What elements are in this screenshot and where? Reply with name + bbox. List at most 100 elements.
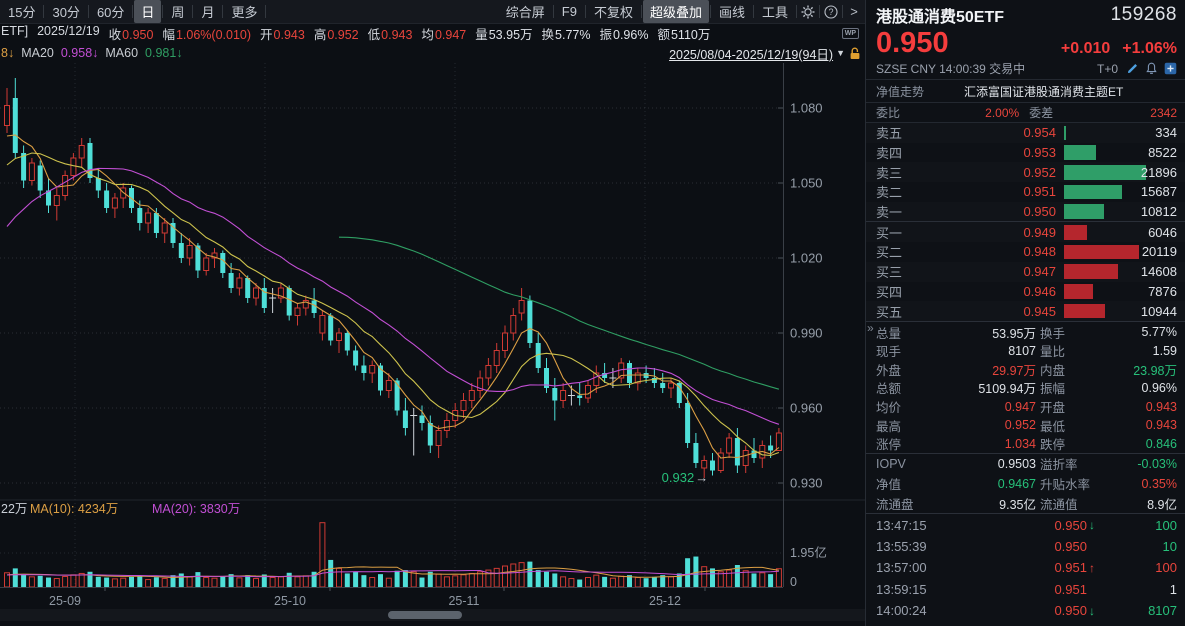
depth-volume-bar [1064, 245, 1139, 260]
info-field-4: 开0.943 [260, 24, 305, 43]
stat-cell: 溢折率-0.03% [1036, 454, 1177, 473]
depth-volume-bar [1064, 284, 1093, 299]
volume-bar [104, 578, 109, 587]
volume-bar [21, 574, 26, 587]
x-axis-label: 25-11 [448, 594, 479, 608]
tab-tool-4[interactable]: 画线 [712, 0, 752, 23]
candle-body [577, 396, 582, 399]
stat-label: 换手 [1040, 323, 1065, 342]
stat-value: 5109.94万 [978, 378, 1036, 397]
tab-tool-2[interactable]: 不复权 [587, 0, 640, 23]
volume-bar [577, 580, 582, 587]
tab-interval-5[interactable]: 月 [194, 0, 221, 23]
volume-bar [121, 578, 126, 587]
candle-body [328, 316, 333, 341]
ask-row-4[interactable]: 卖一0.95010812 [866, 202, 1185, 222]
date-range-label[interactable]: 2025/08/04-2025/12/19(94日) [669, 44, 833, 63]
bid-row-3[interactable]: 买四0.9467876 [866, 282, 1185, 302]
candle-body [187, 246, 192, 259]
security-code: 159268 [1111, 4, 1177, 26]
settings-gear-icon[interactable] [797, 5, 819, 19]
tab-interval-4[interactable]: 周 [164, 0, 191, 23]
info-field-value: 0.947 [435, 28, 466, 42]
stat-cell: 升贴水率0.35% [1036, 474, 1177, 493]
volume-bar [494, 568, 499, 587]
stat-value: 29.97万 [992, 360, 1036, 379]
add-plus-icon[interactable] [1164, 62, 1177, 75]
tick-row-4[interactable]: 14:00:240.950↓8107 [866, 600, 1185, 621]
ask-row-2[interactable]: 卖三0.95221896 [866, 162, 1185, 182]
stat-label: 外盘 [876, 360, 901, 379]
stat-label: 均价 [876, 397, 901, 416]
collapse-panel-icon[interactable]: » [867, 321, 874, 335]
stat-cell: 总量53.95万 [876, 323, 1036, 342]
candle-body [743, 451, 748, 466]
stat-row-6: 涨停1.034跌停0.846 [866, 434, 1185, 453]
tick-row-3[interactable]: 13:59:150.9511 [866, 579, 1185, 600]
candle-body [693, 443, 698, 463]
stat-value: 9.35亿 [999, 494, 1036, 513]
date-range-selector[interactable]: 2025/08/04-2025/12/19(94日) ▼ [669, 44, 861, 63]
bid-row-0[interactable]: 买一0.9496046 [866, 222, 1185, 242]
volume-bar [768, 574, 773, 587]
price-axis-label: 0.930 [790, 476, 823, 491]
tick-by-tick-list[interactable]: 13:47:150.950↓10013:55:390.9501013:57:00… [866, 513, 1185, 626]
volume-bar [146, 580, 151, 587]
stat-cell: 流通值8.9亿 [1036, 494, 1177, 513]
t0-badge: T+0 [1097, 62, 1118, 76]
volume-bar [436, 574, 441, 587]
edit-pencil-icon[interactable] [1126, 62, 1139, 75]
stat-value: 0.96% [1142, 381, 1177, 395]
tab-interval-6[interactable]: 更多 [224, 0, 264, 23]
tab-tool-5[interactable]: 工具 [755, 0, 795, 23]
help-icon[interactable]: ? [820, 5, 842, 19]
kline-chart-area[interactable]: 1.0801.0501.0200.9900.9600.9300.932→22万M… [0, 63, 865, 626]
tick-row-2[interactable]: 13:57:000.951↑100 [866, 557, 1185, 578]
tab-interval-3[interactable]: 日 [134, 0, 161, 23]
ask-row-3[interactable]: 卖二0.95115687 [866, 182, 1185, 202]
stat-row-2: 外盘29.97万内盘23.98万 [866, 360, 1185, 379]
alert-bell-icon[interactable] [1145, 62, 1158, 75]
nav-fund-row[interactable]: 净值走势 汇添富国证港股通消费主题ET [866, 80, 1185, 103]
tab-interval-0[interactable]: 15分 [1, 0, 42, 23]
info-field-3: 幅1.06%(0.010) [162, 24, 251, 43]
depth-price: 0.954 [916, 125, 1056, 140]
stat-cell: 量比1.59 [1036, 341, 1177, 360]
ask-row-0[interactable]: 卖五0.954334 [866, 123, 1185, 143]
ask-row-1[interactable]: 卖四0.9538522 [866, 143, 1185, 163]
kline-chart-svg[interactable]: 1.0801.0501.0200.9900.9600.9300.932→22万M… [0, 63, 865, 621]
bid-row-2[interactable]: 买三0.94714608 [866, 262, 1185, 282]
tab-divider [88, 5, 89, 18]
volume-bar [195, 572, 200, 587]
candle-body [561, 391, 566, 401]
candle-body [38, 166, 43, 191]
candle-body [669, 383, 674, 388]
bid-row-4[interactable]: 买五0.94510944 [866, 301, 1185, 321]
fund-stat-row-1: 净值0.9467升贴水率0.35% [866, 474, 1185, 494]
tab-tool-0[interactable]: 综合屏 [499, 0, 552, 23]
info-field-value: 0.943 [274, 28, 305, 42]
volume-bar [594, 575, 599, 587]
candle-body [21, 153, 26, 181]
wp-badge-icon[interactable]: WP [842, 28, 859, 39]
stat-value: 23.98万 [1133, 360, 1177, 379]
volume-bar [295, 577, 300, 587]
depth-price: 0.951 [916, 184, 1056, 199]
stat-cell: 开盘0.943 [1036, 397, 1177, 416]
tick-row-1[interactable]: 13:55:390.95010 [866, 536, 1185, 557]
tab-interval-1[interactable]: 30分 [45, 0, 86, 23]
tick-row-0[interactable]: 13:47:150.950↓100 [866, 514, 1185, 535]
depth-volume-bar [1064, 225, 1087, 240]
tab-interval-2[interactable]: 60分 [90, 0, 131, 23]
volume-bar [54, 579, 59, 587]
info-field-label: 低 [368, 28, 381, 42]
vol-axis-label: 0 [790, 575, 797, 589]
tab-tool-3[interactable]: 超级叠加 [643, 0, 709, 23]
volume-bar [345, 573, 350, 587]
scrollbar-thumb[interactable] [388, 611, 462, 619]
tab-tool-1[interactable]: F9 [555, 2, 584, 21]
unlock-icon[interactable] [849, 47, 861, 60]
expand-chevron-icon[interactable]: > [843, 4, 865, 19]
bid-row-1[interactable]: 买二0.94820119 [866, 242, 1185, 262]
volume-bar [669, 577, 674, 587]
